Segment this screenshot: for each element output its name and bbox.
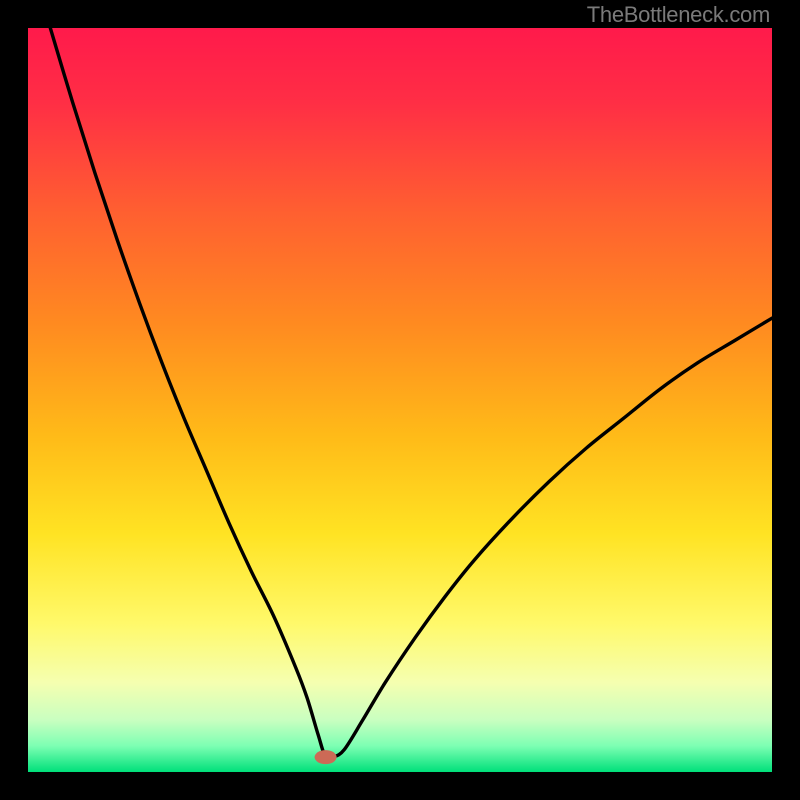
operating-point-marker xyxy=(315,750,337,764)
watermark-text: TheBottleneck.com xyxy=(587,2,770,28)
plot-area xyxy=(28,28,772,772)
chart-svg xyxy=(28,28,772,772)
chart-frame: TheBottleneck.com xyxy=(0,0,800,800)
